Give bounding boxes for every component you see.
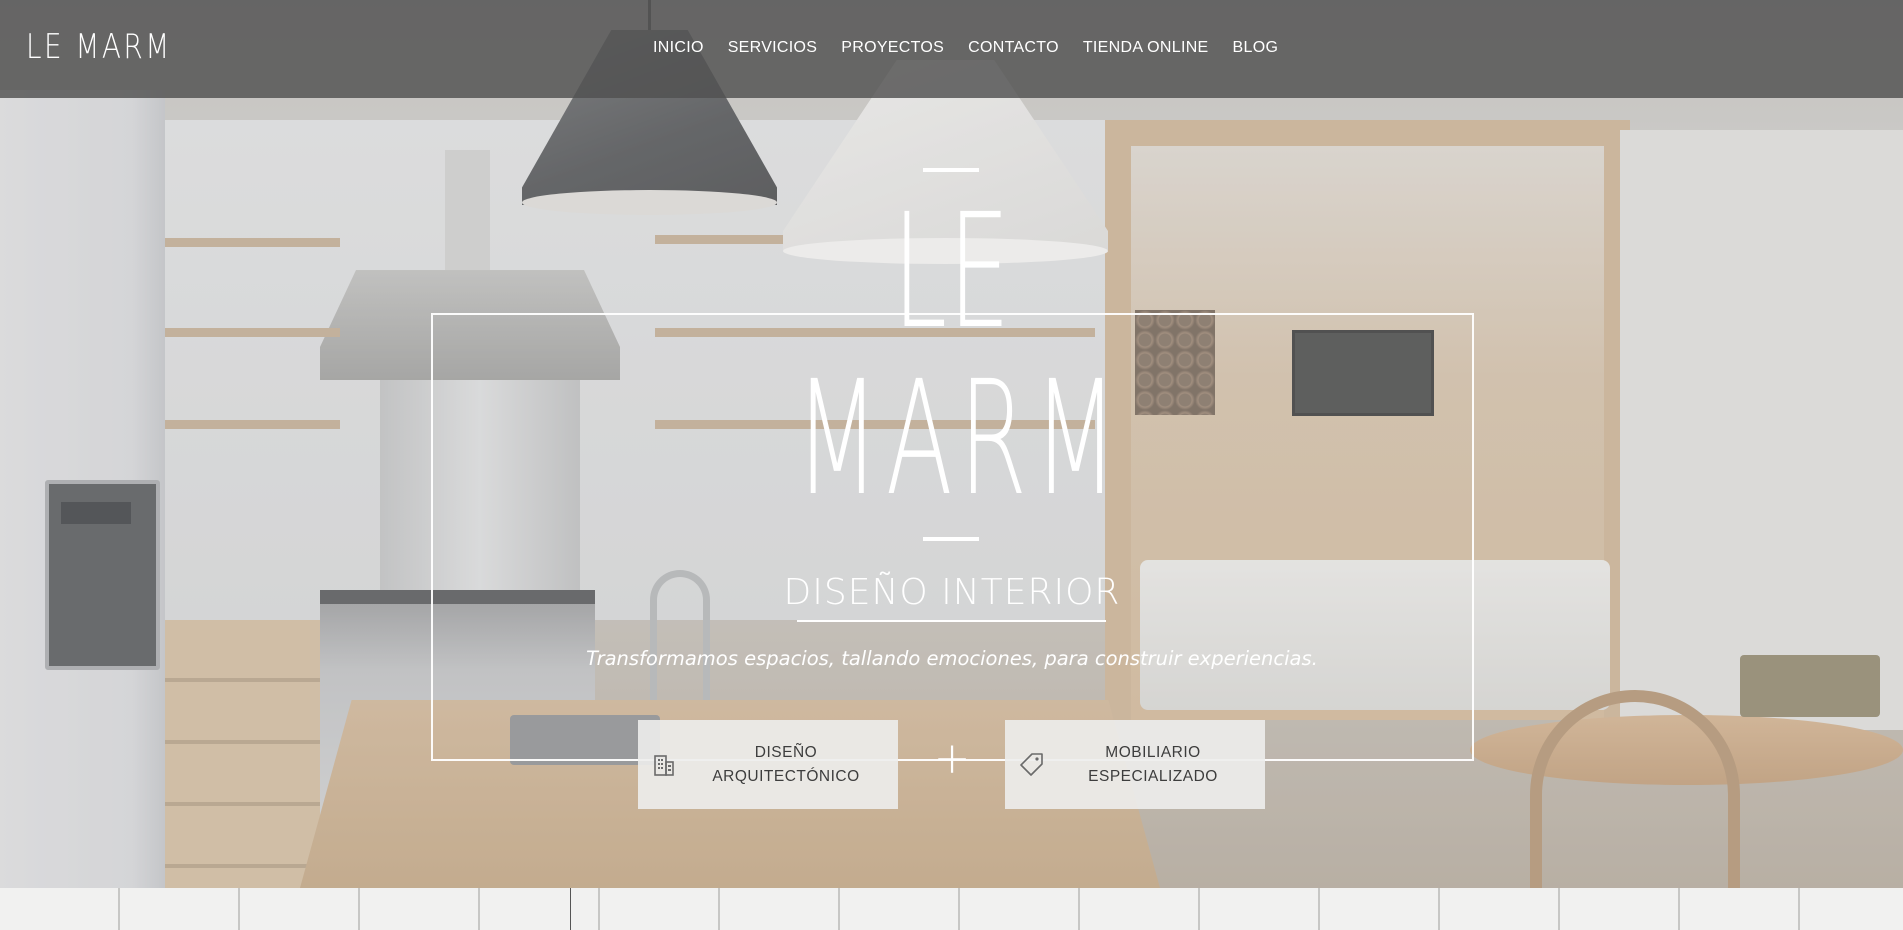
service-label: MOBILIARIO ESPECIALIZADO bbox=[1088, 743, 1218, 785]
logo-bottom-bar bbox=[923, 537, 979, 541]
hero-tagline: Transformamos espacios, tallando emocion… bbox=[586, 647, 1318, 670]
nav-item-inicio[interactable]: INICIO bbox=[653, 39, 704, 57]
floor-strip bbox=[0, 888, 1903, 930]
plus-sign: + bbox=[933, 733, 971, 784]
nav-item-contacto[interactable]: CONTACTO bbox=[968, 39, 1059, 57]
hero-logo-line1: LE bbox=[892, 180, 1012, 364]
nav-item-servicios[interactable]: SERVICIOS bbox=[728, 39, 818, 57]
brand-logo-text: LE MARM bbox=[26, 27, 172, 67]
brand-logo-link[interactable]: LE MARM bbox=[26, 30, 204, 64]
building-icon bbox=[653, 752, 675, 776]
nav-item-blog[interactable]: BLOG bbox=[1233, 39, 1279, 57]
logo-top-bar bbox=[923, 168, 979, 172]
nav-item-tienda-online[interactable]: TIENDA ONLINE bbox=[1083, 39, 1209, 57]
site-header: LE MARM INICIO SERVICIOS PROYECTOS CONTA… bbox=[0, 0, 1903, 98]
hero-subtitle: DISEÑO INTERIOR bbox=[783, 572, 1121, 613]
tag-icon bbox=[1020, 752, 1043, 776]
service-button-mobiliario-especializado[interactable]: MOBILIARIO ESPECIALIZADO bbox=[1005, 720, 1265, 809]
hero-logo-line2: MARM bbox=[795, 347, 1124, 531]
nav-item-proyectos[interactable]: PROYECTOS bbox=[841, 39, 944, 57]
service-button-diseno-arquitectonico[interactable]: DISEÑO ARQUITECTÓNICO bbox=[638, 720, 898, 809]
main-nav: INICIO SERVICIOS PROYECTOS CONTACTO TIEN… bbox=[653, 39, 1278, 57]
service-label: DISEÑO ARQUITECTÓNICO bbox=[712, 743, 860, 785]
subtitle-underline bbox=[797, 620, 1106, 622]
